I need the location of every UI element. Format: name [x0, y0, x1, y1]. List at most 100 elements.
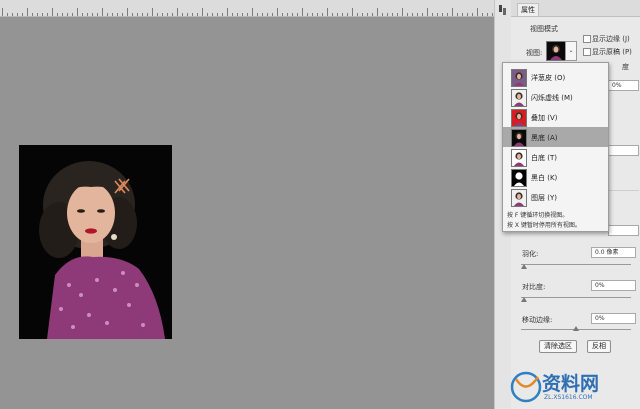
- feather-label: 羽化:: [522, 250, 539, 258]
- ruler-tick: [252, 8, 253, 16]
- view-menu-item-label: 黑底 (A): [531, 134, 558, 142]
- ruler-tick: [167, 13, 168, 16]
- ruler-tick: [22, 13, 23, 16]
- ruler-tick: [202, 8, 203, 16]
- ruler-tick: [137, 13, 138, 16]
- ruler-tick: [347, 13, 348, 16]
- ruler-tick: [7, 13, 8, 16]
- ruler-tick: [367, 13, 368, 16]
- ruler-tick: [402, 8, 403, 16]
- ruler-tick: [172, 13, 173, 16]
- ruler-tick: [217, 13, 218, 16]
- ruler-tick: [152, 8, 153, 16]
- portrait-photo: [19, 145, 172, 339]
- show-original-label: 显示原稿 (P): [592, 48, 632, 56]
- invert-button[interactable]: 反相: [587, 340, 611, 353]
- view-menu-item-label: 黑白 (K): [531, 174, 558, 182]
- ruler-tick: [102, 8, 103, 16]
- ruler-tick: [157, 13, 158, 16]
- ruler-tick: [492, 13, 493, 16]
- hidden-field-2[interactable]: [608, 225, 639, 236]
- ruler-tick: [332, 13, 333, 16]
- show-edges-checkbox[interactable]: [583, 35, 591, 43]
- shift-edge-label: 移动边缘:: [522, 316, 553, 324]
- view-mode-title: 视图模式: [530, 25, 558, 33]
- view-menu-item-label: 闪烁虚线 (M): [531, 94, 573, 102]
- ruler-tick: [462, 13, 463, 16]
- view-thumbnail-icon: [511, 69, 527, 87]
- view-menu-item[interactable]: 图层 (Y): [503, 187, 608, 207]
- ruler-tick: [407, 13, 408, 16]
- clear-selection-button[interactable]: 清除选区: [539, 340, 577, 353]
- view-menu-item[interactable]: 叠加 (V): [503, 107, 608, 127]
- ruler-tick: [212, 13, 213, 16]
- view-menu-item-label: 白底 (T): [531, 154, 557, 162]
- ruler-tick: [427, 8, 428, 16]
- view-menu-item-label: 叠加 (V): [531, 114, 558, 122]
- ruler-tick: [232, 13, 233, 16]
- ruler-tick: [92, 13, 93, 16]
- ruler-tick: [2, 8, 3, 16]
- ruler-tick: [447, 13, 448, 16]
- view-label: 视图:: [526, 49, 543, 57]
- view-menu-item[interactable]: 黑底 (A): [503, 127, 608, 147]
- ruler-tick: [77, 8, 78, 16]
- ruler-tick: [247, 13, 248, 16]
- ruler-tick: [382, 13, 383, 16]
- view-mode-menu: 按 F 键循环切换视图。 按 X 键暂时停用所有视图。 洋葱皮 (O) 闪烁虚线 …: [502, 62, 609, 232]
- brush-tool-icon[interactable]: [498, 4, 508, 16]
- shift-edge-field[interactable]: 0%: [591, 313, 636, 324]
- ruler-tick: [387, 13, 388, 16]
- shift-edge-slider-knob[interactable]: [573, 326, 579, 331]
- partial-value-field[interactable]: 0%: [608, 80, 639, 91]
- ruler-tick: [117, 13, 118, 16]
- menu-hint-cycle: 按 F 键循环切换视图。: [507, 212, 569, 219]
- ruler-tick: [282, 13, 283, 16]
- view-thumbnail-icon: [511, 149, 527, 167]
- ruler-tick: [322, 13, 323, 16]
- watermark-url: ZL.XS1616.COM: [544, 394, 593, 401]
- ruler-tick: [442, 13, 443, 16]
- ruler-tick: [222, 13, 223, 16]
- ruler-tick: [362, 13, 363, 16]
- ruler-tick: [307, 13, 308, 16]
- feather-field[interactable]: 0.0 像素: [591, 247, 636, 258]
- ruler-tick: [72, 13, 73, 16]
- view-menu-item[interactable]: 洋葱皮 (O): [503, 67, 608, 87]
- view-menu-item[interactable]: 黑白 (K): [503, 167, 608, 187]
- ruler-tick: [352, 8, 353, 16]
- ruler-tick: [107, 13, 108, 16]
- ruler-tick: [372, 13, 373, 16]
- hidden-field-1[interactable]: [608, 145, 639, 156]
- ruler-tick: [177, 8, 178, 16]
- ruler-tick: [472, 13, 473, 16]
- ruler-tick: [422, 13, 423, 16]
- ruler-tick: [207, 13, 208, 16]
- show-original-checkbox[interactable]: [583, 48, 591, 56]
- feather-slider-knob[interactable]: [521, 264, 527, 269]
- ruler-tick: [437, 13, 438, 16]
- tab-properties[interactable]: 属性: [517, 3, 539, 16]
- feather-slider-track[interactable]: [521, 264, 631, 265]
- ruler-tick: [482, 13, 483, 16]
- ruler-tick: [127, 8, 128, 16]
- ruler-tick: [342, 13, 343, 16]
- ruler-tick: [132, 13, 133, 16]
- view-thumbnail[interactable]: [546, 41, 566, 61]
- ruler-tick: [32, 13, 33, 16]
- ruler-tick: [57, 13, 58, 16]
- contrast-slider-track[interactable]: [521, 297, 631, 298]
- ruler-tick: [142, 13, 143, 16]
- view-menu-item[interactable]: 闪烁虚线 (M): [503, 87, 608, 107]
- view-menu-item[interactable]: 白底 (T): [503, 147, 608, 167]
- ruler-tick: [317, 13, 318, 16]
- ruler-tick: [87, 13, 88, 16]
- view-thumbnail-icon: [511, 89, 527, 107]
- contrast-field[interactable]: 0%: [591, 280, 636, 291]
- panel-header: 属性: [511, 0, 640, 17]
- contrast-slider-knob[interactable]: [521, 297, 527, 302]
- ruler-tick: [82, 13, 83, 16]
- contrast-label: 对比度:: [522, 283, 546, 291]
- view-menu-item-label: 图层 (Y): [531, 194, 557, 202]
- view-dropdown-arrow[interactable]: ⌄: [565, 41, 577, 61]
